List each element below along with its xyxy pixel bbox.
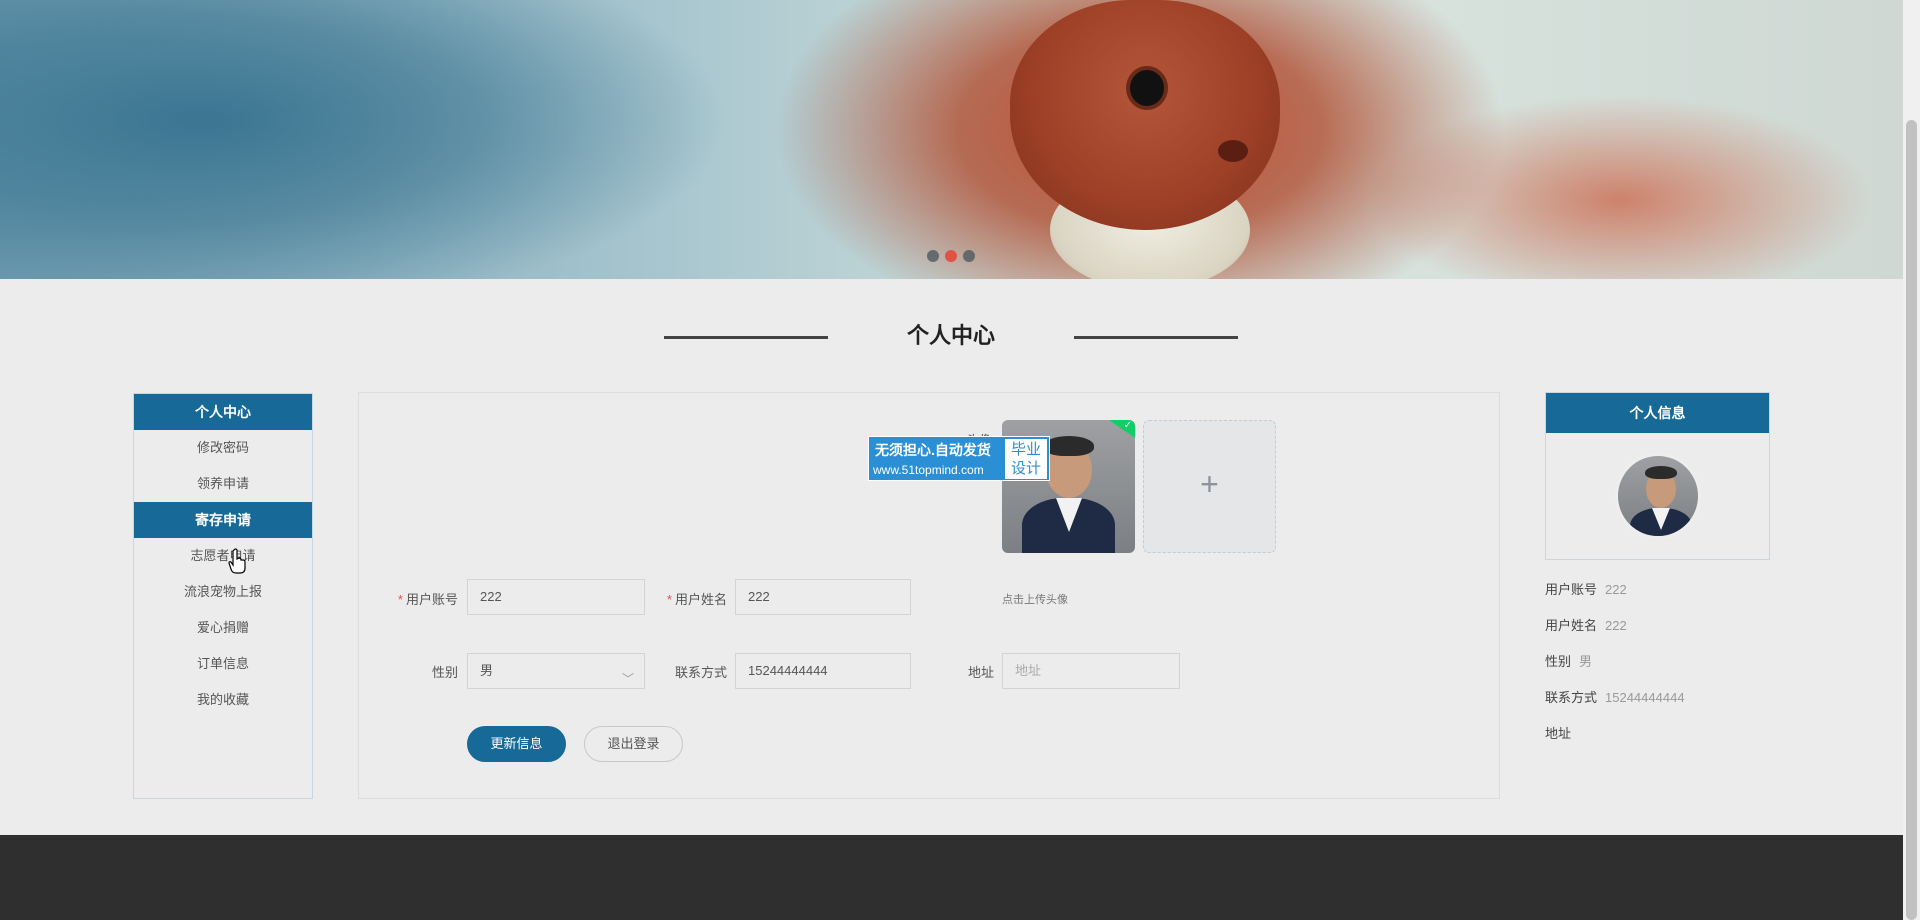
title-divider-right [1074, 336, 1238, 339]
watermark-side-line2: 设计 [1010, 460, 1041, 477]
profile-card-title: 个人信息 [1546, 393, 1769, 433]
profile-row-account: 用户账号 222 [1545, 579, 1627, 598]
sidebar-item-change-password[interactable]: 修改密码 [134, 430, 312, 466]
update-info-button[interactable]: 更新信息 [467, 726, 566, 762]
upload-success-check-icon: ✓ [1109, 420, 1135, 438]
address-label: 地址 [967, 665, 994, 680]
banner-squirrel-eye [1130, 70, 1164, 106]
profile-card: 个人信息 [1545, 392, 1770, 560]
name-input[interactable]: 222 [735, 579, 911, 615]
account-label: * 用户账号 [390, 589, 458, 608]
watermark-side: 毕业 设计 [1005, 439, 1047, 479]
name-label: * 用户姓名 [658, 589, 727, 608]
profile-person-hair [1645, 466, 1677, 479]
carousel-dots [927, 250, 975, 262]
page-footer [0, 835, 1903, 920]
profile-row-gender: 性别男 [1545, 651, 1592, 670]
profile-avatar [1615, 453, 1701, 539]
account-label-text: 用户账号 [405, 592, 458, 607]
required-mark: * [397, 592, 403, 607]
watermark-url: www.51topmind.com [873, 463, 984, 477]
sidebar-item-donation[interactable]: 爱心捐赠 [134, 610, 312, 646]
section-title: 个人中心 [664, 320, 1238, 352]
phone-input[interactable]: 15244444444 [735, 653, 911, 689]
sidebar-item-personal-center[interactable]: 个人中心 [134, 394, 312, 430]
phone-label: 联系方式 [674, 665, 727, 680]
carousel-dot-3[interactable] [963, 250, 975, 262]
carousel-dot-1[interactable] [927, 250, 939, 262]
sidebar-menu: 个人中心 修改密码 领养申请 寄存申请 志愿者申请 流浪宠物上报 爱心捐赠 订单… [133, 393, 313, 799]
gender-label: 性别 [431, 665, 458, 680]
upload-tip: 点击上传头像 [1002, 594, 1068, 606]
profile-row-label: 用户姓名 [1545, 618, 1598, 633]
profile-row-label: 地址 [1545, 726, 1572, 741]
profile-row-label: 性别 [1545, 654, 1572, 669]
sidebar-item-adoption-application[interactable]: 领养申请 [134, 466, 312, 502]
profile-row-value: 男 [1579, 654, 1593, 669]
watermark-side-line1: 毕业 [1010, 441, 1041, 458]
banner-squirrel-nose [1218, 140, 1248, 162]
profile-row-value: 222 [1605, 582, 1627, 597]
avatar-person-hair [1044, 436, 1094, 456]
profile-row-phone: 联系方式 15244444444 [1545, 687, 1685, 706]
sidebar-item-boarding-application[interactable]: 寄存申请 [134, 502, 312, 538]
page-scrollbar-thumb[interactable] [1906, 120, 1917, 920]
banner-squirrel-head [1010, 0, 1280, 230]
profile-row-value: 222 [1605, 618, 1627, 633]
profile-row-name: 用户姓名 222 [1545, 615, 1627, 634]
hero-banner [0, 0, 1903, 279]
hand-cursor-icon [228, 548, 246, 574]
chevron-down-icon: ﹀ [621, 672, 634, 686]
profile-row-address: 地址 [1545, 723, 1579, 742]
profile-row-label: 联系方式 [1545, 690, 1598, 705]
logout-button[interactable]: 退出登录 [584, 726, 683, 762]
plus-icon: + [1200, 466, 1219, 502]
avatar-upload-button[interactable]: + [1143, 420, 1276, 553]
profile-row-value: 15244444444 [1605, 690, 1685, 705]
carousel-dot-2[interactable] [945, 250, 957, 262]
profile-row-label: 用户账号 [1545, 582, 1598, 597]
sidebar-item-favorites[interactable]: 我的收藏 [134, 682, 312, 718]
sidebar-item-volunteer-application[interactable]: 志愿者申请 [134, 538, 312, 574]
gender-select[interactable]: 男 ﹀ [467, 653, 645, 689]
sidebar-item-orders[interactable]: 订单信息 [134, 646, 312, 682]
required-mark: * [666, 592, 672, 607]
watermark-text: 无须担心.自动发货 [875, 442, 991, 458]
address-input[interactable]: 地址 [1002, 653, 1180, 689]
gender-select-value: 男 [480, 663, 494, 678]
sidebar-item-stray-pet-report[interactable]: 流浪宠物上报 [134, 574, 312, 610]
watermark-badge: 无须担心.自动发货 www.51topmind.com 毕业 设计 [868, 436, 1050, 481]
name-label-text: 用户姓名 [674, 592, 727, 607]
account-input[interactable]: 222 [467, 579, 645, 615]
